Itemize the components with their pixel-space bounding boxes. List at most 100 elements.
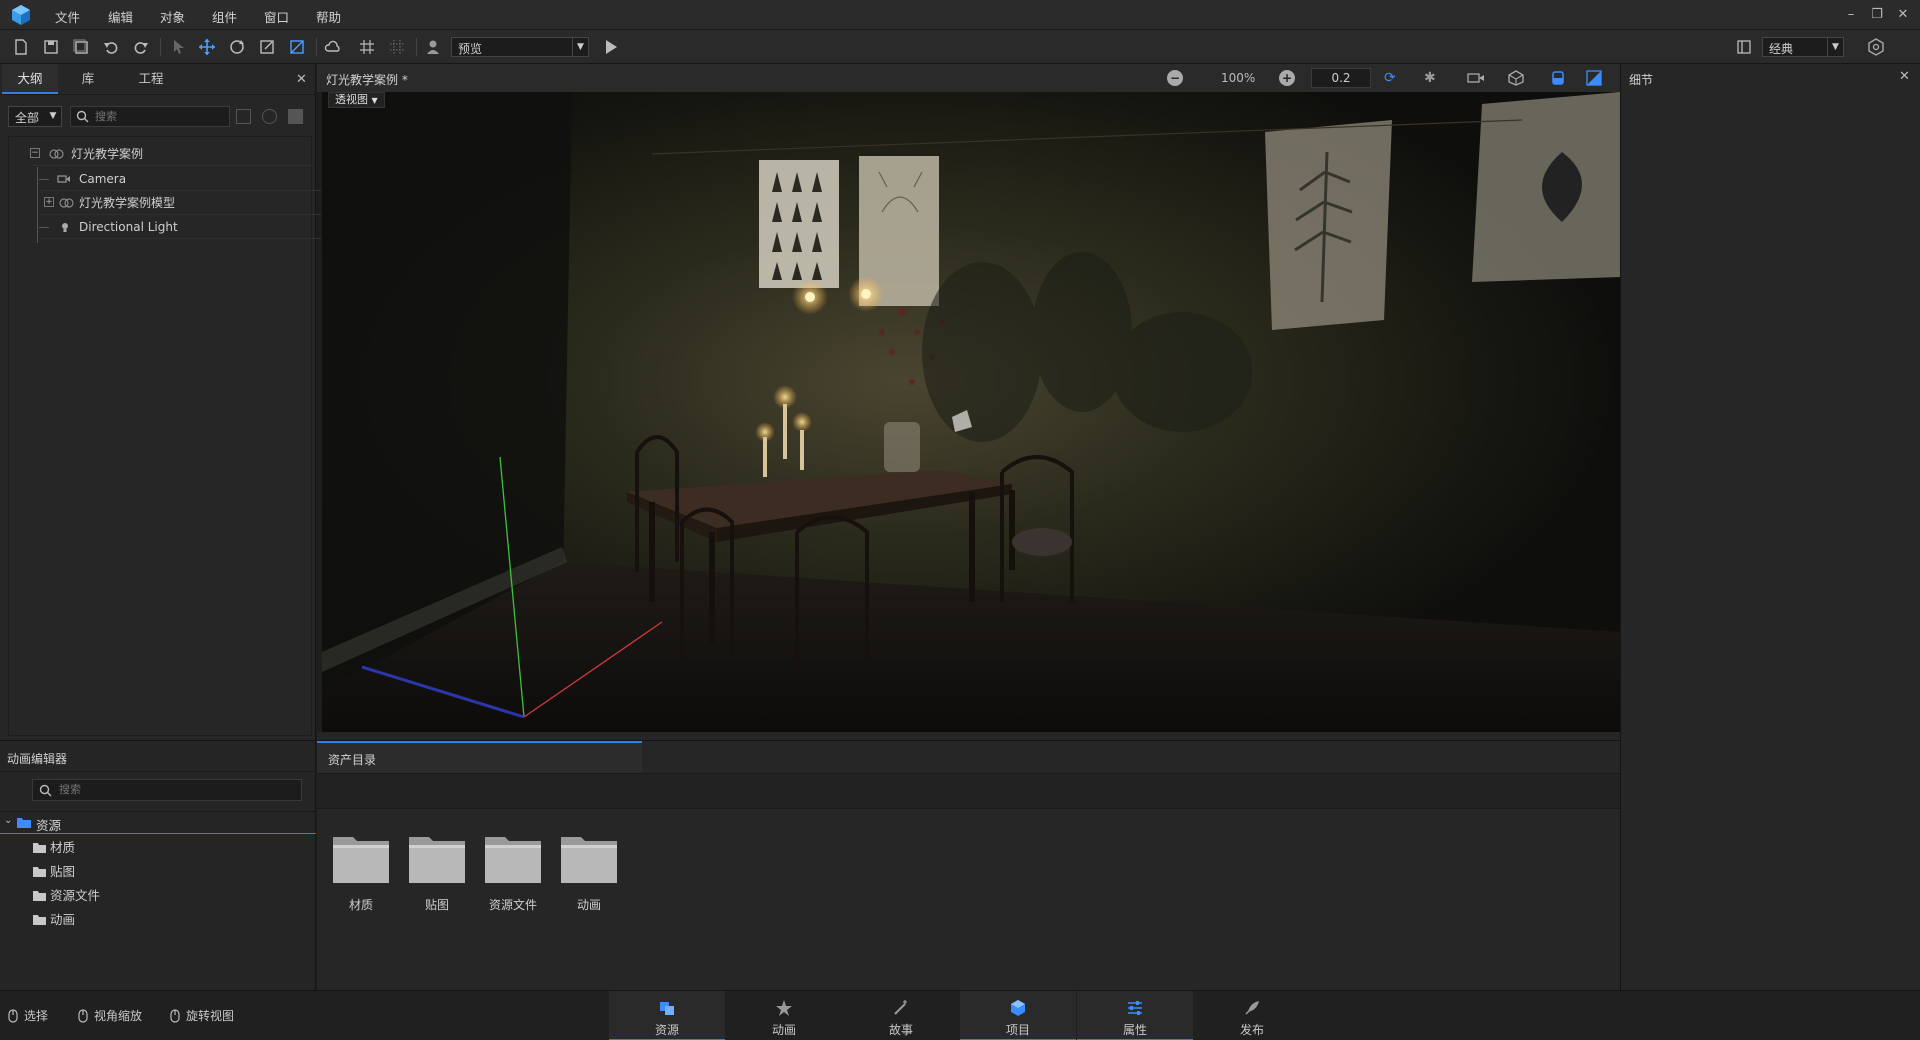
outline-search-box[interactable] bbox=[70, 106, 230, 127]
nav-properties[interactable]: 属性 bbox=[1077, 991, 1193, 1040]
filter-select[interactable]: 全部 ▼ bbox=[8, 106, 62, 127]
tree-item-camera[interactable]: Camera bbox=[39, 167, 321, 191]
select-arrow-icon[interactable] bbox=[168, 36, 190, 58]
menu-help[interactable]: 帮助 bbox=[316, 7, 341, 26]
expand-icon[interactable]: + bbox=[44, 197, 54, 207]
tree-item-root[interactable]: − 灯光教学案例 bbox=[30, 142, 313, 166]
status-label: 旋转视图 bbox=[186, 1009, 235, 1023]
avatar-icon[interactable] bbox=[422, 36, 444, 58]
minimize-icon[interactable]: – bbox=[1842, 6, 1860, 24]
zoom-in-icon[interactable]: + bbox=[1279, 70, 1295, 86]
close-panel-icon[interactable]: ✕ bbox=[296, 72, 307, 87]
folder-item-resources[interactable]: 资源文件 bbox=[30, 884, 100, 908]
close-window-icon[interactable]: ✕ bbox=[1894, 6, 1912, 24]
video-camera-icon[interactable] bbox=[1467, 70, 1485, 86]
view-mode-icon[interactable] bbox=[1549, 69, 1567, 87]
nav-project[interactable]: 项目 bbox=[960, 991, 1076, 1040]
folder-icon bbox=[409, 837, 465, 883]
outline-search-input[interactable] bbox=[95, 108, 225, 125]
scene-tab-title[interactable]: 灯光教学案例 * bbox=[326, 71, 408, 88]
asset-folder-material[interactable]: 材质 bbox=[329, 831, 393, 913]
view-mode-value: 透视图 bbox=[335, 93, 368, 106]
folder-item-animation[interactable]: 动画 bbox=[30, 908, 75, 932]
folder-icon bbox=[333, 837, 389, 883]
asset-search-box[interactable] bbox=[32, 779, 302, 801]
lock-icon[interactable] bbox=[288, 109, 303, 124]
folder-item-texture[interactable]: 贴图 bbox=[30, 860, 75, 884]
chevron-down-icon: ▼ bbox=[1827, 38, 1843, 56]
tab-project[interactable]: 工程 bbox=[120, 64, 182, 94]
tree-item-model[interactable]: + 灯光教学案例模型 bbox=[39, 191, 321, 215]
nav-publish[interactable]: 发布 bbox=[1194, 991, 1310, 1040]
gradient-icon[interactable] bbox=[1585, 69, 1603, 87]
tree-line bbox=[37, 167, 38, 243]
collapse-icon[interactable]: − bbox=[30, 148, 40, 158]
tree-line bbox=[39, 227, 49, 228]
asset-folder-texture[interactable]: 贴图 bbox=[405, 831, 469, 913]
save-all-icon[interactable] bbox=[70, 36, 92, 58]
move-tool-icon[interactable] bbox=[196, 36, 218, 58]
zoom-out-icon[interactable]: − bbox=[1167, 70, 1183, 86]
menu-window[interactable]: 窗口 bbox=[264, 7, 289, 26]
tree-item-label: Directional Light bbox=[79, 220, 178, 234]
transform-tool-icon[interactable] bbox=[286, 36, 308, 58]
wand-icon bbox=[894, 1000, 907, 1015]
toolbar-divider bbox=[416, 38, 417, 56]
play-icon[interactable] bbox=[600, 36, 622, 58]
asset-search-input[interactable] bbox=[59, 782, 295, 798]
link-icon[interactable] bbox=[262, 109, 277, 124]
menu-component[interactable]: 组件 bbox=[212, 7, 237, 26]
snap-grid-icon[interactable] bbox=[386, 36, 408, 58]
step-input[interactable]: 0.2 bbox=[1311, 68, 1371, 88]
folder-icon bbox=[485, 837, 541, 883]
project-cube-icon bbox=[1011, 1000, 1025, 1016]
nav-animation[interactable]: 动画 bbox=[726, 991, 842, 1040]
menu-edit[interactable]: 编辑 bbox=[108, 7, 133, 26]
tab-outline[interactable]: 大纲 bbox=[2, 64, 58, 94]
status-bar: 选择 视角缩放 旋转视图 资源 动画 故事 项目 属性 发布 bbox=[0, 990, 1920, 1040]
menu-file[interactable]: 文件 bbox=[55, 7, 80, 26]
cloud-icon[interactable] bbox=[322, 36, 344, 58]
grid-icon[interactable] bbox=[356, 36, 378, 58]
folder-label: 贴图 bbox=[424, 898, 449, 912]
resources-icon bbox=[660, 1002, 674, 1015]
asset-folder-animation[interactable]: 动画 bbox=[557, 831, 621, 913]
save-icon[interactable] bbox=[40, 36, 62, 58]
layout-icon[interactable] bbox=[1733, 36, 1755, 58]
asset-folder-resources[interactable]: 资源文件 bbox=[481, 831, 545, 913]
redo-icon[interactable] bbox=[130, 36, 152, 58]
settings-hex-icon[interactable] bbox=[1865, 36, 1887, 58]
menu-object[interactable]: 对象 bbox=[160, 7, 185, 26]
nav-resources[interactable]: 资源 bbox=[609, 991, 725, 1040]
mouse-icon bbox=[170, 1008, 180, 1023]
divider bbox=[0, 94, 316, 95]
group-icon bbox=[49, 149, 64, 159]
gear-icon[interactable]: ✱ bbox=[1424, 70, 1440, 86]
asset-directory-panel: 资产目录 材质 贴图 资源文件 动画 bbox=[317, 740, 1620, 990]
new-file-icon[interactable] bbox=[10, 36, 32, 58]
scale-tool-icon[interactable] bbox=[256, 36, 278, 58]
tab-library[interactable]: 库 bbox=[60, 64, 116, 94]
rotate-tool-icon[interactable] bbox=[226, 36, 248, 58]
folder-item-material[interactable]: 材质 bbox=[30, 836, 75, 860]
tree-item-light[interactable]: Directional Light bbox=[39, 215, 321, 239]
scene-viewport[interactable]: 透视图 ▼ bbox=[322, 92, 1620, 732]
mode-select[interactable]: 预览 ▼ bbox=[451, 37, 589, 57]
folder-icon bbox=[33, 867, 46, 877]
undo-icon[interactable] bbox=[100, 36, 122, 58]
main-toolbar: 预览 ▼ 经典 ▼ bbox=[0, 30, 1920, 64]
sync-icon[interactable]: ⟳ bbox=[1384, 70, 1400, 86]
cube-icon[interactable] bbox=[1507, 69, 1525, 87]
mouse-icon bbox=[8, 1008, 18, 1023]
collapse-all-icon[interactable] bbox=[236, 109, 251, 124]
tab-asset-directory[interactable]: 资产目录 bbox=[317, 741, 642, 773]
restore-icon[interactable]: ❐ bbox=[1868, 6, 1886, 24]
close-panel-icon[interactable]: ✕ bbox=[1899, 69, 1910, 84]
view-mode-select[interactable]: 透视图 ▼ bbox=[328, 92, 385, 108]
details-panel-title: 细节 bbox=[1629, 73, 1654, 87]
chevron-down-icon[interactable]: ⌄ bbox=[4, 815, 12, 826]
nav-story[interactable]: 故事 bbox=[843, 991, 959, 1040]
menu-bar: 文件 编辑 对象 组件 窗口 帮助 – ❐ ✕ bbox=[0, 0, 1920, 30]
layout-select[interactable]: 经典 ▼ bbox=[1762, 37, 1844, 57]
tree-item-root[interactable]: ⌄ 资源 bbox=[0, 812, 316, 834]
